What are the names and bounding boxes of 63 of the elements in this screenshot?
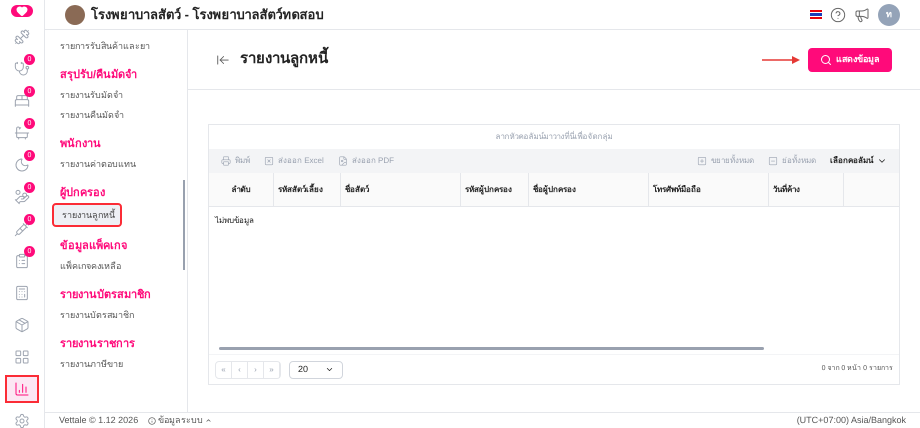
column-header[interactable]: รหัสผู้ปกครอง [461, 173, 529, 206]
thai-flag-icon[interactable] [810, 10, 822, 19]
menu-item[interactable]: รายงานลูกหนี้ [52, 203, 122, 227]
info-icon [148, 416, 156, 424]
menu-item[interactable]: รายงานรับมัดจำ [60, 85, 175, 105]
caret-icon [205, 417, 212, 424]
expand-icon [697, 156, 707, 166]
moon-icon [14, 157, 30, 173]
empty-message: ไม่พบข้อมูล [214, 215, 255, 227]
dumbbell-icon [14, 29, 30, 45]
version-text: Vettale © 1.12 2026 [59, 414, 138, 427]
hospital-title: โรงพยาบาลสัตว์ - โรงพยาบาลสัตว์ทดสอบ [91, 6, 324, 24]
menu-section-heading: สรุปรับ/คืนมัดจำ [60, 68, 138, 82]
menu-section-heading: รายงานบัตรสมาชิก [60, 288, 152, 302]
menu-section-heading: พนักงาน [60, 137, 102, 151]
column-header[interactable]: ชื่อสัตว์ [341, 173, 461, 206]
heart-logo-icon[interactable] [11, 5, 33, 17]
caret-icon [325, 365, 334, 374]
collapse-icon [768, 156, 778, 166]
print-icon [221, 156, 231, 166]
pdf-icon [338, 156, 348, 166]
column-header[interactable]: โทรศัพท์มือถือ [649, 173, 769, 206]
excel-icon [264, 156, 274, 166]
menu-item[interactable]: รายงานภาษีขาย [60, 354, 175, 374]
hand-coin-icon [14, 189, 30, 205]
stethoscope-icon [14, 61, 30, 77]
avatar-photo-placeholder [65, 4, 85, 24]
menu-item[interactable]: แพ็คเกจคงเหลือ [60, 256, 175, 276]
bed-icon [14, 93, 30, 109]
cash-register-icon [14, 285, 30, 301]
scrollbar[interactable] [183, 180, 185, 270]
page-title: รายงานลูกหนี้ [240, 48, 328, 71]
group-hint-text: ลากหัวคอลัมน์มาวางที่นี่เพื่อจัดกลุ่ม [494, 130, 614, 144]
horizontal-scrollbar[interactable] [219, 347, 764, 350]
menu-item[interactable]: รายงานคืนมัดจำ [60, 105, 175, 125]
menu-item[interactable]: รายงานบัตรสมาชิก [60, 305, 175, 325]
settings-icon [14, 413, 30, 428]
column-header[interactable]: รหัสสัตว์เลี้ยง [274, 173, 341, 206]
column-chooser-button[interactable]: เลือกคอลัมน์ [830, 155, 887, 167]
annotation-arrow [762, 56, 800, 64]
menu-section-heading: ผู้ปกครอง [60, 186, 106, 200]
clipboard-icon [14, 253, 30, 269]
help-icon[interactable] [830, 6, 846, 22]
syringe-icon [14, 221, 30, 237]
menu-section-heading: ข้อมูลแพ็คเกจ [60, 239, 128, 253]
megaphone-icon[interactable] [854, 6, 870, 22]
rail-item[interactable] [5, 375, 39, 403]
chart-icon [14, 381, 30, 397]
menu-section-heading: รายงานราชการ [60, 337, 136, 351]
show-data-button[interactable]: แสดงข้อมูล [808, 48, 892, 72]
collapse-arrow-icon[interactable] [216, 52, 230, 66]
menu-item[interactable]: รายการรับสินค้าและยา [60, 36, 175, 56]
timezone-text: (UTC+07:00) Asia/Bangkok [796, 414, 906, 427]
search-icon [820, 54, 832, 66]
grid-icon [14, 349, 30, 365]
box-icon [14, 317, 30, 333]
bathtub-icon [14, 125, 30, 141]
menu-item[interactable]: รายงานค่าตอบแทน [60, 154, 175, 174]
system-info-link[interactable]: ข้อมูลระบบ [148, 414, 212, 428]
column-header[interactable]: วันที่ค้าง [769, 173, 844, 206]
column-header[interactable]: ชื่อผู้ปกครอง [529, 173, 649, 206]
column-header[interactable]: ลำดับ [209, 173, 274, 206]
page-size-select[interactable]: 20 [289, 360, 343, 378]
